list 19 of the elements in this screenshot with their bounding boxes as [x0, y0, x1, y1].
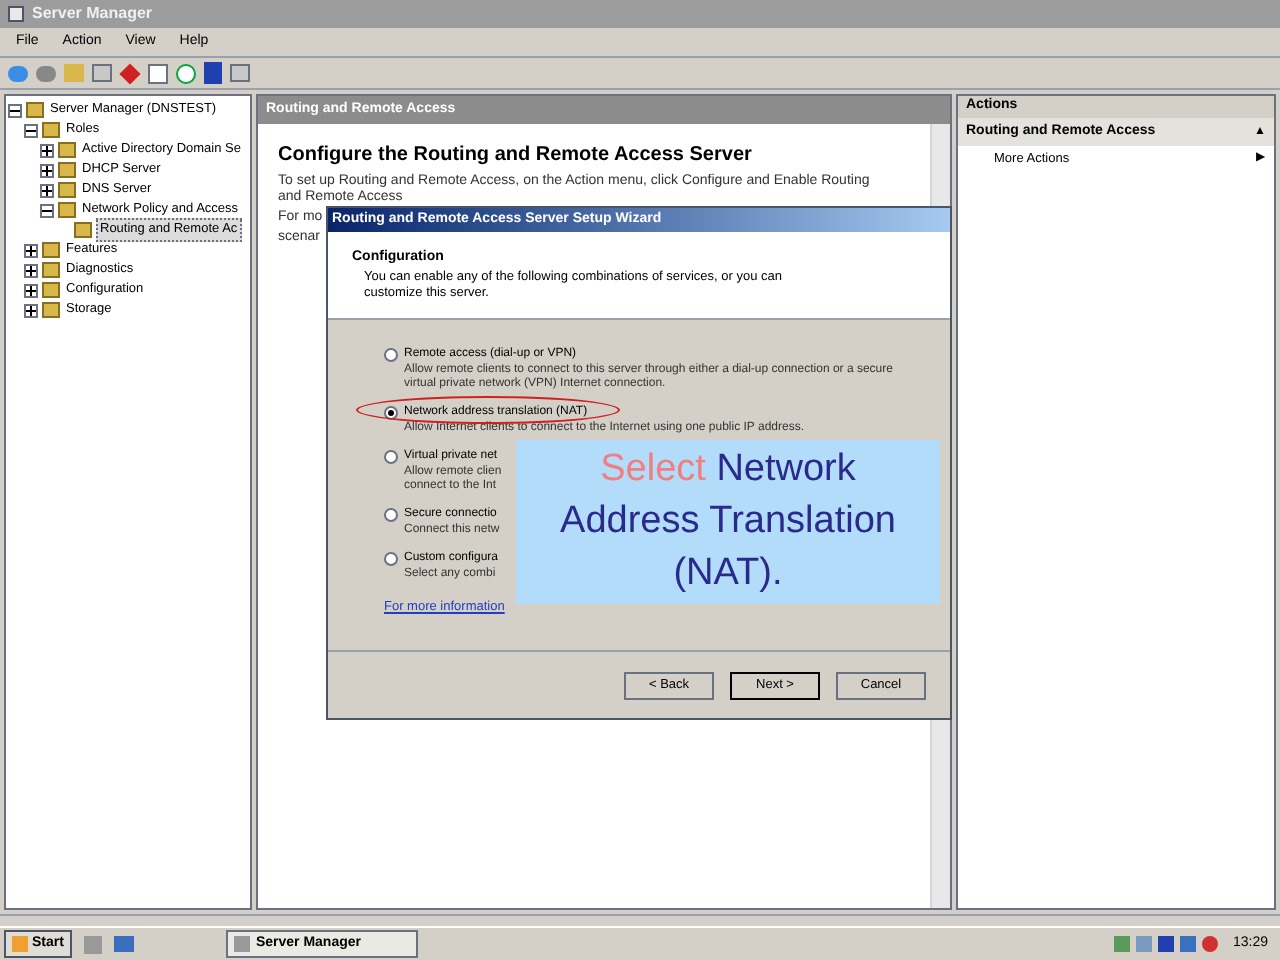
- collapse-icon[interactable]: [8, 103, 22, 117]
- expand-icon[interactable]: [24, 303, 38, 317]
- radio-button[interactable]: [384, 552, 398, 566]
- window-title: Server Manager: [32, 2, 153, 26]
- radio-button[interactable]: [384, 450, 398, 464]
- expand-icon[interactable]: [24, 283, 38, 297]
- radio-button[interactable]: [384, 348, 398, 362]
- expand-icon[interactable]: [40, 163, 54, 177]
- collapse-icon[interactable]: [40, 203, 54, 217]
- radio-button[interactable]: [384, 406, 398, 420]
- expand-icon[interactable]: [40, 143, 54, 157]
- expand-icon[interactable]: [24, 243, 38, 257]
- callout-text: Select Network Address Translation (NAT).: [558, 446, 898, 598]
- heading: Configure the Routing and Remote Access Server: [278, 142, 754, 170]
- radio-button[interactable]: [384, 508, 398, 522]
- expand-icon[interactable]: [24, 263, 38, 277]
- collapse-icon[interactable]: [24, 123, 38, 137]
- expand-icon[interactable]: [40, 183, 54, 197]
- delete-icon: [119, 62, 141, 84]
